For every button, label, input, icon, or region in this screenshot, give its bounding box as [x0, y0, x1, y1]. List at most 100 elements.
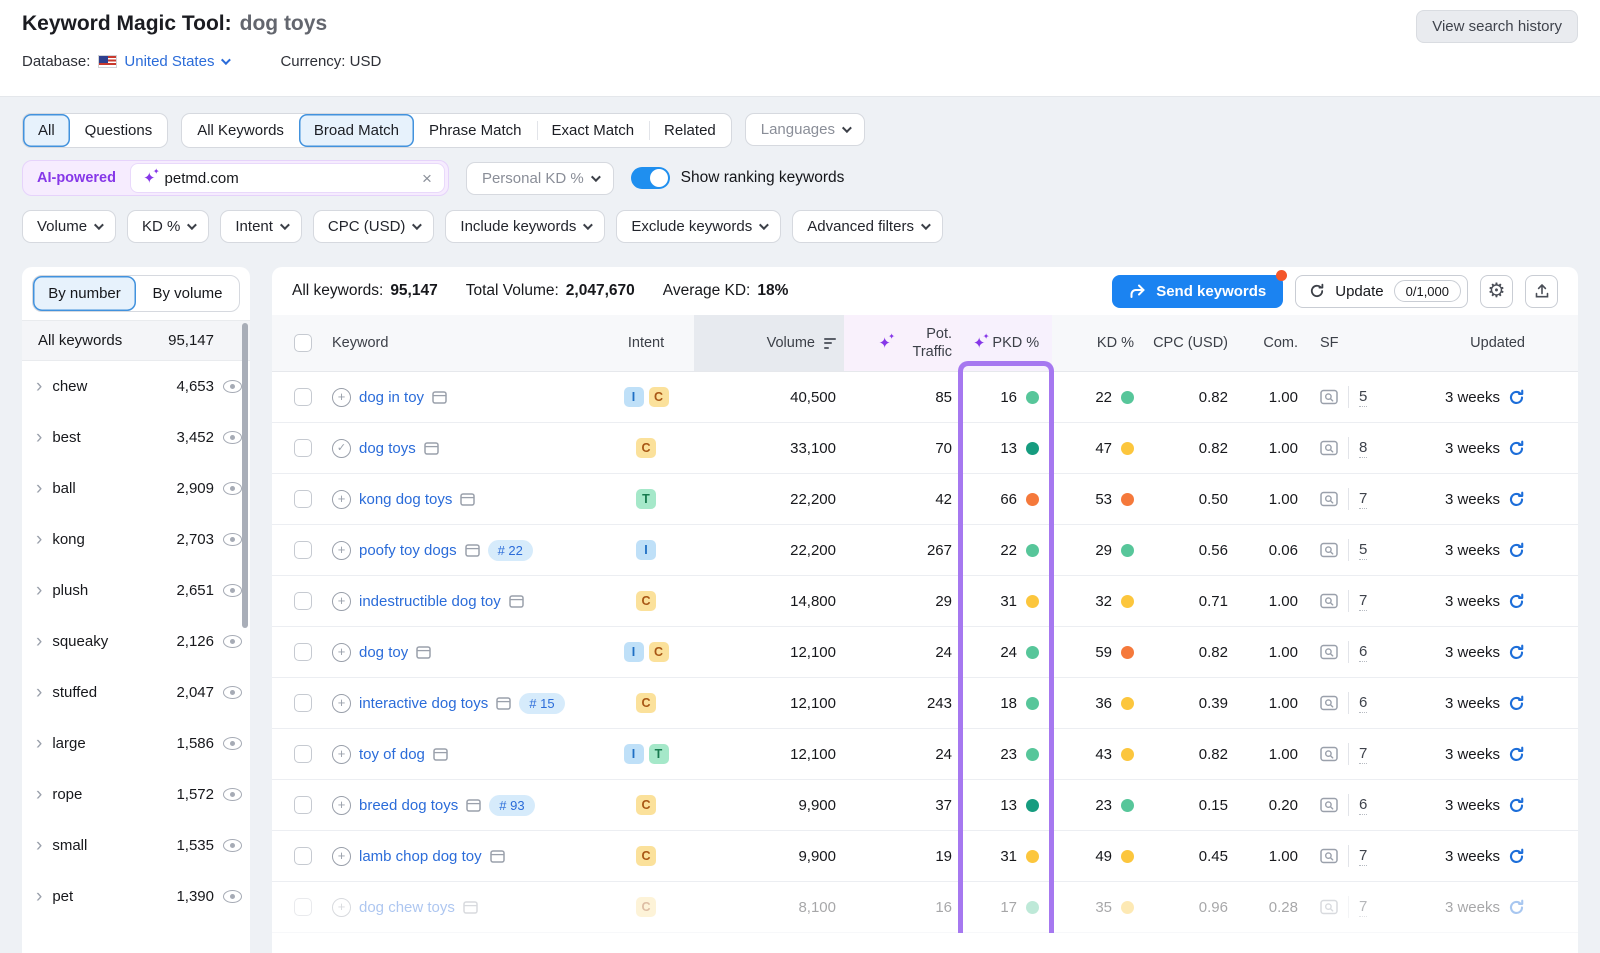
serp-features-icon[interactable] [1320, 440, 1338, 456]
eye-icon[interactable] [223, 482, 242, 495]
serp-preview-icon[interactable] [490, 850, 505, 863]
scope-tab[interactable]: Questions [70, 114, 168, 147]
keyword-link[interactable]: dog toy [359, 644, 408, 661]
serp-features-icon[interactable] [1320, 389, 1338, 405]
add-keyword-icon[interactable] [332, 847, 351, 866]
add-keyword-icon[interactable] [332, 643, 351, 662]
ranking-keywords-toggle[interactable] [631, 167, 670, 189]
row-refresh-icon[interactable] [1508, 746, 1525, 763]
eye-icon[interactable] [223, 635, 242, 648]
view-search-history-button[interactable]: View search history [1416, 10, 1578, 43]
row-checkbox[interactable] [294, 694, 312, 712]
row-checkbox[interactable] [294, 439, 312, 457]
eye-icon[interactable] [223, 839, 242, 852]
sf-value[interactable]: 6 [1359, 796, 1367, 815]
column-header-keyword[interactable]: Keyword [328, 315, 598, 371]
chevron-right-icon[interactable]: › [36, 785, 42, 804]
serp-features-icon[interactable] [1320, 848, 1338, 864]
keyword-link[interactable]: kong dog toys [359, 491, 452, 508]
eye-icon[interactable] [223, 533, 242, 546]
send-keywords-button[interactable]: Send keywords [1112, 275, 1283, 308]
sf-value[interactable]: 7 [1359, 847, 1367, 866]
chevron-right-icon[interactable]: › [36, 683, 42, 702]
row-checkbox[interactable] [294, 541, 312, 559]
sf-value[interactable]: 6 [1359, 694, 1367, 713]
position-badge[interactable]: # 22 [488, 540, 533, 561]
keyword-group-item[interactable]: › stuffed 2,047 [22, 667, 250, 718]
keyword-link[interactable]: dog toys [359, 440, 416, 457]
add-keyword-icon[interactable] [332, 388, 351, 407]
sf-value[interactable]: 7 [1359, 592, 1367, 611]
sf-value[interactable]: 7 [1359, 490, 1367, 509]
column-header-sf[interactable]: SF [1306, 315, 1406, 371]
serp-preview-icon[interactable] [463, 901, 478, 914]
keyword-group-item[interactable]: › ball 2,909 [22, 463, 250, 514]
row-refresh-icon[interactable] [1508, 542, 1525, 559]
keyword-link[interactable]: toy of dog [359, 746, 425, 763]
row-checkbox[interactable] [294, 490, 312, 508]
row-checkbox[interactable] [294, 847, 312, 865]
serp-features-icon[interactable] [1320, 491, 1338, 507]
serp-features-icon[interactable] [1320, 644, 1338, 660]
chevron-right-icon[interactable]: › [36, 479, 42, 498]
filter-dropdown[interactable]: Exclude keywords [616, 210, 781, 243]
column-header-pkd[interactable]: ✦ PKD % [960, 315, 1052, 371]
keyword-group-item[interactable]: › best 3,452 [22, 412, 250, 463]
keyword-group-item[interactable]: › plush 2,651 [22, 565, 250, 616]
keyword-group-item[interactable]: › kong 2,703 [22, 514, 250, 565]
column-header-cpc[interactable]: CPC (USD) [1142, 315, 1234, 371]
keyword-group-item[interactable]: › pet 1,390 [22, 871, 250, 922]
serp-preview-icon[interactable] [416, 646, 431, 659]
filter-dropdown[interactable]: Advanced filters [792, 210, 943, 243]
sf-value[interactable]: 6 [1359, 643, 1367, 662]
row-refresh-icon[interactable] [1508, 389, 1525, 406]
serp-preview-icon[interactable] [496, 697, 511, 710]
sf-value[interactable]: 8 [1359, 439, 1367, 458]
sf-value[interactable]: 5 [1359, 541, 1367, 560]
row-checkbox[interactable] [294, 388, 312, 406]
match-tab[interactable]: Phrase Match [414, 114, 537, 147]
row-checkbox[interactable] [294, 796, 312, 814]
match-tab[interactable]: Broad Match [299, 114, 414, 147]
row-refresh-icon[interactable] [1508, 695, 1525, 712]
serp-preview-icon[interactable] [509, 595, 524, 608]
serp-preview-icon[interactable] [433, 748, 448, 761]
column-header-volume[interactable]: Volume [694, 315, 844, 371]
update-button[interactable]: Update 0/1,000 [1295, 275, 1468, 308]
scope-tab[interactable]: All [23, 114, 70, 147]
eye-icon[interactable] [223, 584, 242, 597]
chevron-right-icon[interactable]: › [36, 428, 42, 447]
languages-dropdown[interactable]: Languages [745, 113, 865, 146]
chevron-down-icon[interactable] [221, 55, 231, 65]
keyword-link[interactable]: indestructible dog toy [359, 593, 501, 610]
row-refresh-icon[interactable] [1508, 593, 1525, 610]
keyword-search-input[interactable]: ✦ petmd.com × [130, 163, 445, 193]
row-refresh-icon[interactable] [1508, 848, 1525, 865]
keyword-group-item[interactable]: › squeaky 2,126 [22, 616, 250, 667]
serp-features-icon[interactable] [1320, 746, 1338, 762]
column-header-kd[interactable]: KD % [1052, 315, 1142, 371]
chevron-right-icon[interactable]: › [36, 632, 42, 651]
column-header-pot-traffic[interactable]: ✦ Pot. Traffic [844, 315, 960, 371]
select-all-checkbox[interactable] [294, 334, 312, 352]
add-keyword-icon[interactable] [332, 541, 351, 560]
chevron-right-icon[interactable]: › [36, 530, 42, 549]
sidebar-view-tab[interactable]: By number [33, 276, 136, 311]
add-keyword-icon[interactable] [332, 745, 351, 764]
sidebar-view-tab[interactable]: By volume [136, 276, 239, 311]
serp-preview-icon[interactable] [424, 442, 439, 455]
add-keyword-icon[interactable] [332, 796, 351, 815]
clear-icon[interactable]: × [422, 170, 432, 187]
serp-features-icon[interactable] [1320, 542, 1338, 558]
serp-preview-icon[interactable] [465, 544, 480, 557]
chevron-right-icon[interactable]: › [36, 377, 42, 396]
export-button[interactable] [1525, 275, 1558, 308]
serp-preview-icon[interactable] [432, 391, 447, 404]
add-keyword-icon[interactable] [332, 898, 351, 917]
eye-icon[interactable] [223, 890, 242, 903]
column-header-intent[interactable]: Intent [598, 315, 694, 371]
eye-icon[interactable] [223, 380, 242, 393]
sf-value[interactable]: 7 [1359, 745, 1367, 764]
filter-dropdown[interactable]: Intent [220, 210, 302, 243]
database-selector[interactable]: United States [124, 53, 214, 70]
